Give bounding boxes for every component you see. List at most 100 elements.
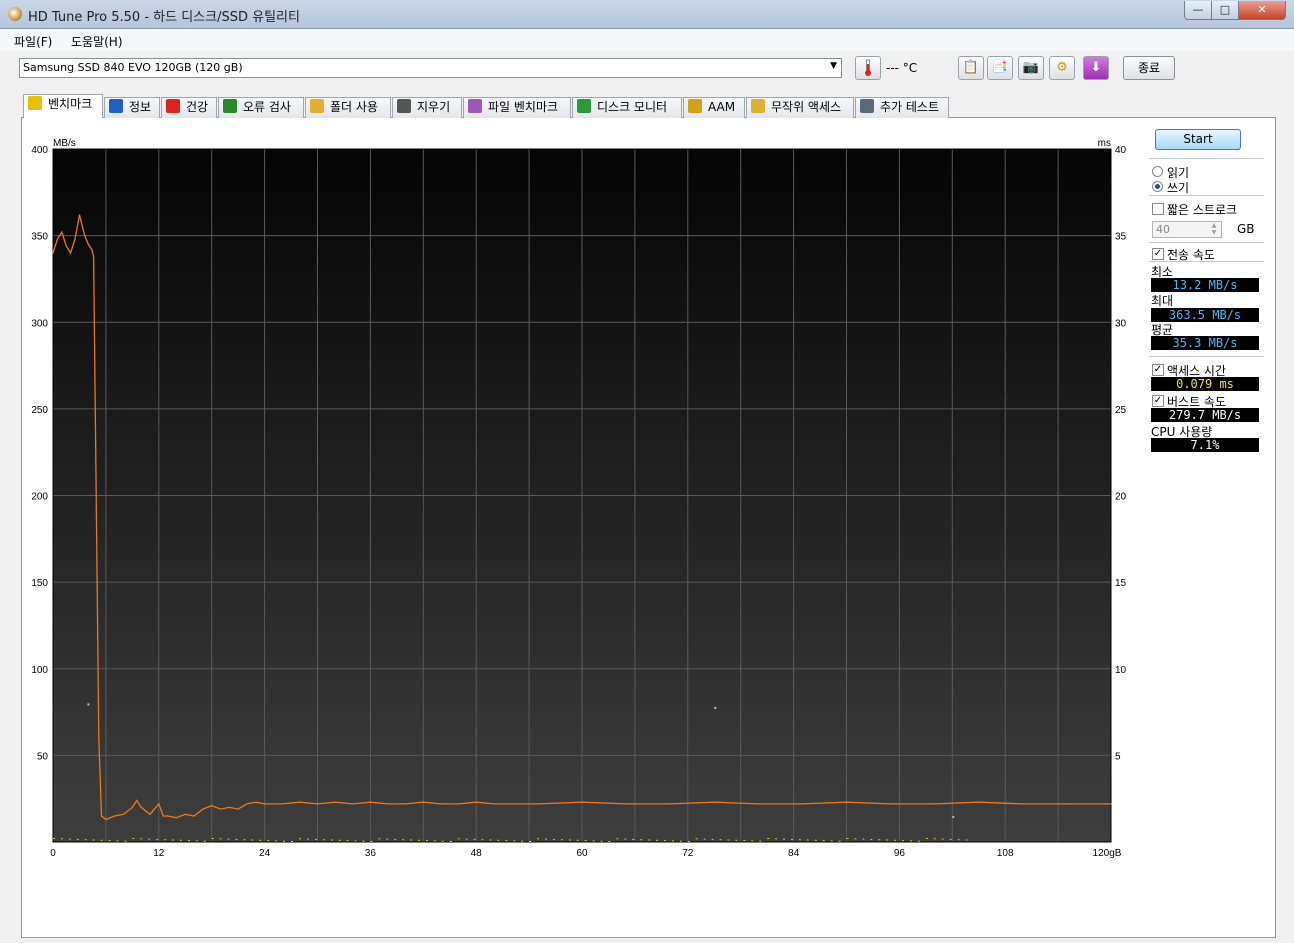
transfer-rate-point (167, 815, 169, 817)
access-time-point (592, 840, 595, 842)
transfer-rate-checkbox[interactable]: ✓ (1152, 248, 1164, 260)
options-button[interactable]: ⚙ (1049, 56, 1075, 80)
access-time-point (830, 840, 833, 842)
access-time-point (576, 839, 579, 841)
access-time-point (529, 841, 532, 842)
transfer-rate-point (1066, 803, 1068, 805)
tab-6[interactable]: 파일 벤치마크 (463, 97, 571, 118)
tab-1[interactable]: 정보 (104, 97, 160, 118)
y2-tick-label: 25 (1115, 405, 1127, 416)
tab-label: 지우기 (417, 100, 451, 114)
transfer-rate-point (625, 803, 627, 805)
transfer-rate-point (246, 803, 248, 805)
maximize-button[interactable]: □ (1211, 1, 1239, 20)
x-tick-label: 36 (365, 848, 377, 859)
y2-axis-unit-label: ms (1098, 138, 1111, 149)
access-time-point (195, 840, 198, 842)
access-time-point (560, 839, 563, 841)
menu-help[interactable]: 도움말(H) (71, 33, 123, 50)
thermometer-button[interactable] (855, 56, 881, 80)
spin-arrows-icon[interactable]: ▲ ▼ (1207, 222, 1221, 237)
burst-rate-value: 279.7 MB/s (1151, 408, 1259, 422)
tab-label: 추가 테스트 (880, 100, 940, 114)
speaker-icon (688, 99, 702, 113)
read-radio[interactable] (1152, 166, 1163, 177)
access-time-point (441, 840, 444, 842)
access-time-point (687, 841, 690, 842)
access-time-point (140, 838, 143, 840)
temperature-readout: --- °C (886, 61, 918, 75)
tab-9[interactable]: 무작위 액세스 (746, 97, 854, 118)
tab-8[interactable]: AAM (683, 97, 745, 118)
min-value: 13.2 MB/s (1151, 278, 1259, 292)
access-time-point (219, 838, 222, 840)
tab-5[interactable]: 지우기 (392, 97, 462, 118)
access-time-point (53, 838, 55, 839)
trash-icon (397, 99, 411, 113)
close-button[interactable]: ✕ (1238, 1, 1286, 20)
menu-file[interactable]: 파일(F) (14, 33, 52, 50)
access-time-point (663, 840, 666, 842)
benchmark-chart: MB/s ms 50 100 150 200 250 300 350 400 5 10 15 20 25 30… (22, 130, 1144, 870)
copy-all-button[interactable]: 📑 (987, 56, 1013, 80)
access-time-point (172, 839, 175, 841)
access-time-point (616, 838, 619, 840)
screenshot-button[interactable]: 📷 (1018, 56, 1044, 80)
window-title: HD Tune Pro 5.50 - 하드 디스크/SSD 유틸리티 (28, 10, 300, 25)
x-tick-label: 96 (894, 848, 906, 859)
access-time-point (552, 838, 555, 840)
access-time-point (84, 839, 87, 841)
start-button[interactable]: Start (1155, 129, 1241, 150)
tab-7[interactable]: 디스크 모니터 (572, 97, 682, 118)
transfer-rate-point (369, 801, 371, 803)
y2-tick-label: 40 (1115, 145, 1127, 156)
minimize-button[interactable]: — (1184, 1, 1212, 20)
access-time-point (854, 838, 857, 840)
exit-button[interactable]: 종료 (1123, 56, 1175, 80)
drive-select[interactable]: Samsung SSD 840 EVO 120GB (120 gB) ▼ (19, 58, 842, 78)
transfer-rate-point (80, 221, 82, 223)
chevron-down-icon: ▼ (830, 61, 837, 71)
access-time-point (965, 839, 968, 841)
tab-label: 건강 (186, 100, 209, 114)
copy-button[interactable]: 📋 (958, 56, 984, 80)
burst-rate-checkbox[interactable]: ✓ (1152, 395, 1164, 407)
access-time-point (949, 838, 952, 840)
access-time-point (489, 839, 492, 841)
access-time-checkbox[interactable]: ✓ (1152, 364, 1164, 376)
save-button[interactable]: ⬇ (1083, 56, 1109, 80)
transfer-rate-point (211, 805, 213, 807)
access-time-point (957, 839, 960, 841)
tab-10[interactable]: 추가 테스트 (855, 97, 949, 118)
access-time-point (513, 840, 516, 842)
access-time-point (148, 838, 151, 840)
access-time-point (909, 840, 912, 842)
access-time-point (886, 839, 889, 841)
write-radio[interactable] (1152, 181, 1163, 192)
transfer-rate-point (52, 252, 54, 254)
tab-label: 파일 벤치마크 (488, 100, 559, 114)
short-stroke-checkbox[interactable] (1152, 203, 1164, 215)
transfer-rate-point (352, 803, 354, 805)
thermometer-icon (865, 59, 871, 76)
tab-2[interactable]: 건강 (161, 97, 217, 118)
tab-4[interactable]: 폴더 사용 (305, 97, 391, 118)
transfer-rate-point (65, 245, 67, 247)
transfer-rate-point (184, 813, 186, 815)
access-time-point (902, 840, 905, 842)
transfer-rate-point (801, 803, 804, 805)
transfer-rate-point (105, 818, 107, 821)
tab-3[interactable]: 오류 검사 (218, 97, 304, 118)
access-time-point (410, 839, 413, 841)
y2-tick-label: 30 (1115, 318, 1127, 329)
access-time-point (354, 840, 357, 842)
access-time-point (92, 839, 95, 841)
copy-all-icon: 📑 (991, 60, 1009, 75)
access-time-point (378, 838, 381, 840)
tab-0[interactable]: 벤치마크 (23, 94, 103, 118)
access-time-point (933, 838, 936, 840)
access-time-point (806, 839, 809, 841)
access-time-point (584, 840, 587, 842)
access-time-outlier (714, 706, 717, 709)
access-time-point (481, 839, 484, 841)
